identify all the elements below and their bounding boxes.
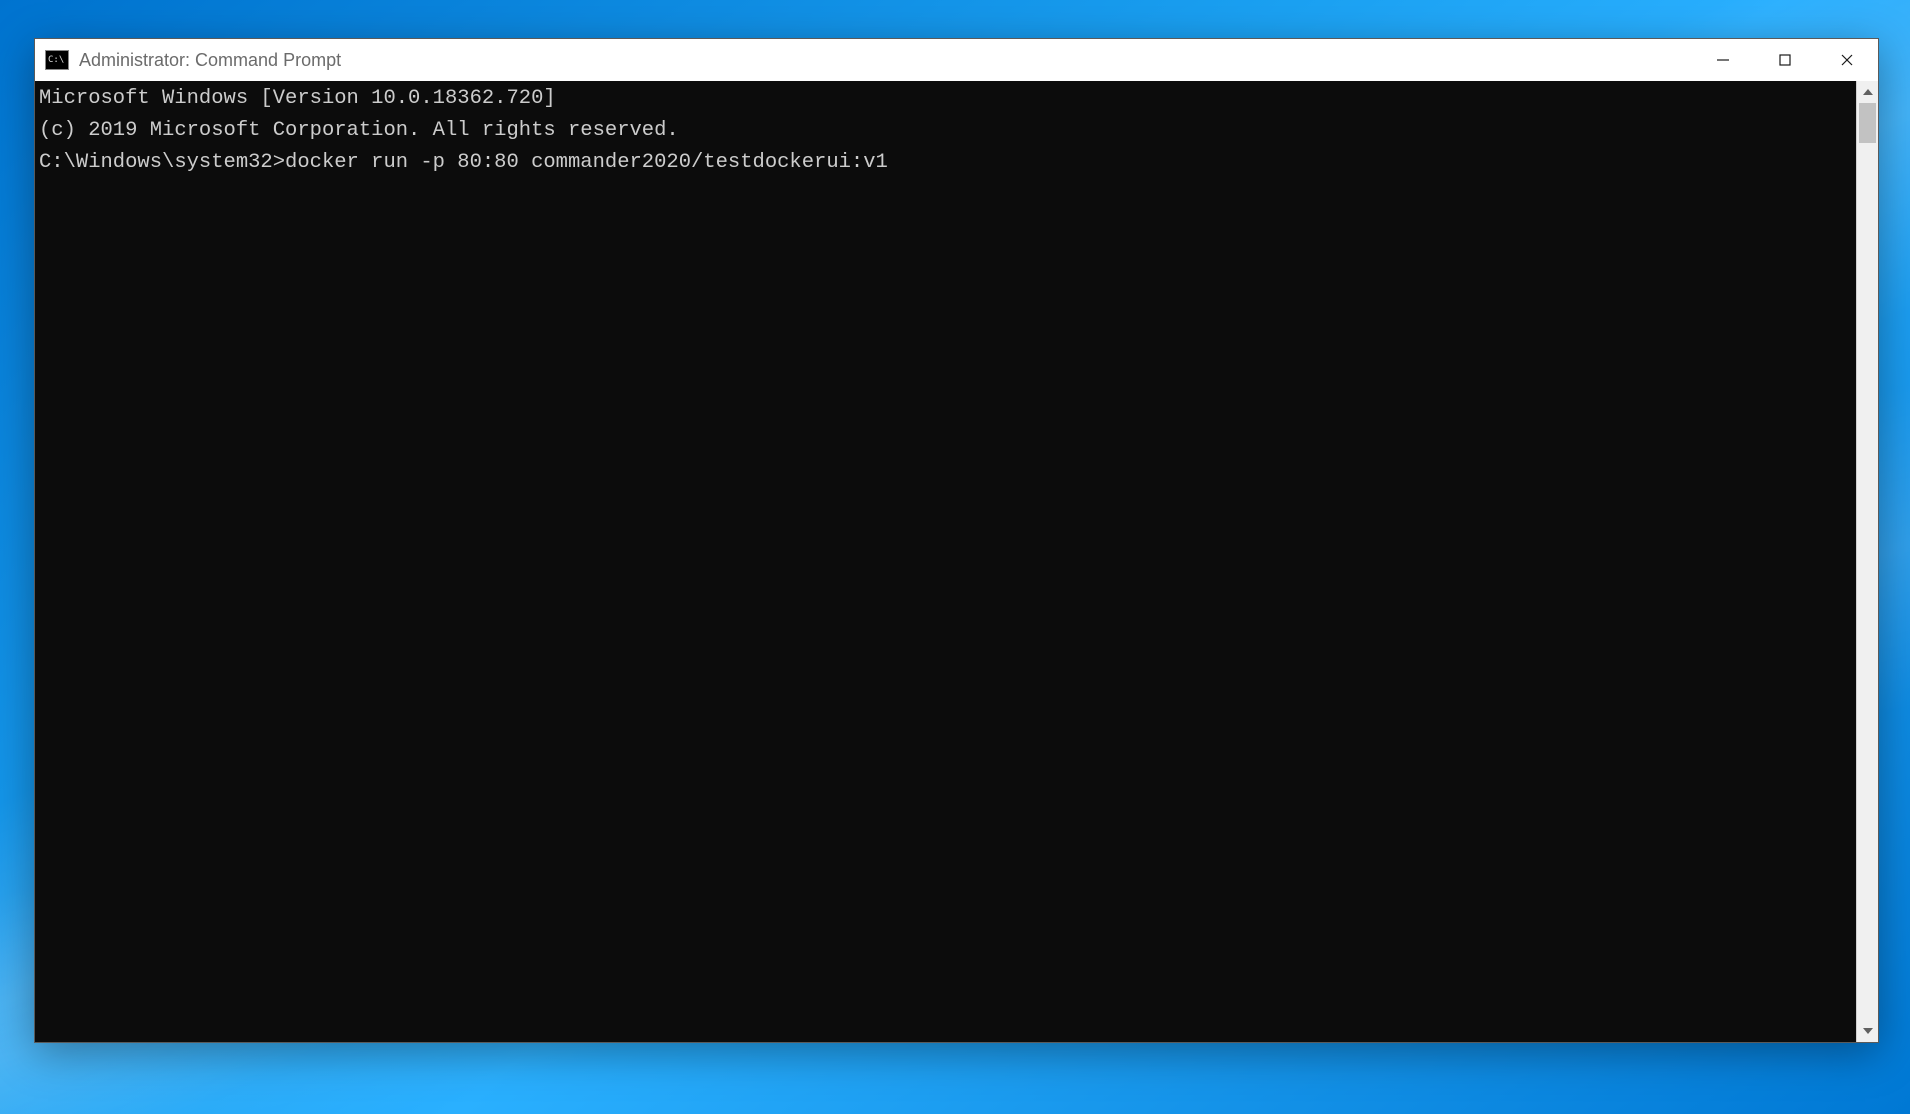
window-title: Administrator: Command Prompt <box>79 50 1692 71</box>
terminal-output[interactable]: Microsoft Windows [Version 10.0.18362.72… <box>35 81 1856 1042</box>
vertical-scrollbar[interactable] <box>1856 81 1878 1042</box>
app-icon: C:\ <box>45 50 69 70</box>
titlebar[interactable]: C:\ Administrator: Command Prompt <box>35 39 1878 81</box>
cmd-icon: C:\ <box>45 50 69 70</box>
window-controls <box>1692 39 1878 81</box>
scrollbar-track[interactable] <box>1857 103 1878 1020</box>
terminal-line: Microsoft Windows [Version 10.0.18362.72… <box>39 83 1852 115</box>
close-icon <box>1840 53 1854 67</box>
scrollbar-thumb[interactable] <box>1859 103 1876 143</box>
cmd-icon-text: C:\ <box>48 56 64 65</box>
maximize-icon <box>1778 53 1792 67</box>
chevron-down-icon <box>1863 1028 1873 1034</box>
maximize-button[interactable] <box>1754 39 1816 81</box>
terminal-line: (c) 2019 Microsoft Corporation. All righ… <box>39 115 1852 147</box>
terminal-body: Microsoft Windows [Version 10.0.18362.72… <box>35 81 1878 1042</box>
scroll-down-button[interactable] <box>1857 1020 1878 1042</box>
terminal-line: C:\Windows\system32>docker run -p 80:80 … <box>39 147 1852 179</box>
minimize-icon <box>1716 53 1730 67</box>
scroll-up-button[interactable] <box>1857 81 1878 103</box>
command-prompt-window: C:\ Administrator: Command Prompt Micros… <box>34 38 1879 1043</box>
close-button[interactable] <box>1816 39 1878 81</box>
minimize-button[interactable] <box>1692 39 1754 81</box>
chevron-up-icon <box>1863 89 1873 95</box>
